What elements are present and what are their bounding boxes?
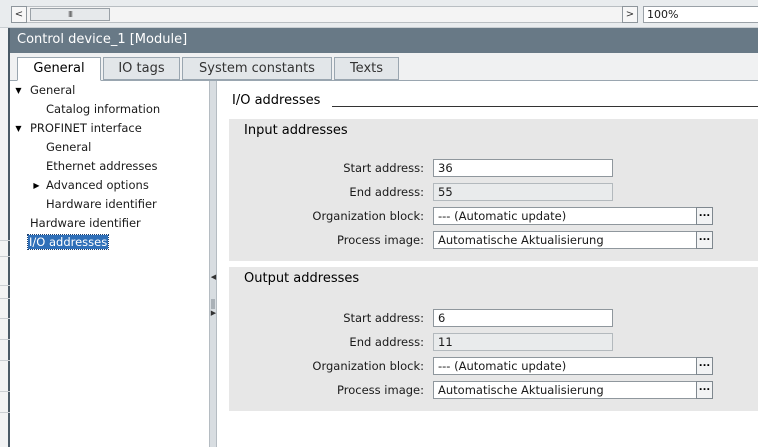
grip-icon: III — [67, 10, 73, 19]
tree-item-advanced-options[interactable]: ▶ Advanced options — [32, 177, 149, 194]
input-process-image-browse-button[interactable]: ... — [696, 231, 713, 249]
output-process-image-field[interactable]: Automatische Aktualisierung — [433, 381, 697, 399]
input-start-address-field[interactable]: 36 — [433, 159, 613, 177]
horizontal-scrollbar[interactable]: < III > — [11, 6, 638, 23]
input-addresses-panel: Input addresses Start address: 36 End ad… — [229, 119, 758, 261]
tree-item-catalog-information[interactable]: Catalog information — [46, 101, 160, 118]
tree-item-profinet-interface[interactable]: ▼ PROFINET interface — [14, 120, 142, 137]
tree-item-io-addresses[interactable]: I/O addresses — [26, 234, 110, 251]
output-start-address-field[interactable]: 6 — [433, 309, 613, 327]
tree-item-ethernet-addresses[interactable]: Ethernet addresses — [46, 158, 157, 175]
tab-io-tags[interactable]: IO tags — [103, 57, 180, 80]
tree-item-label: PROFINET interface — [30, 121, 142, 135]
input-process-image-field[interactable]: Automatische Aktualisierung — [433, 231, 697, 249]
output-end-address-label: End address: — [349, 335, 424, 349]
tree-item-general[interactable]: ▼ General — [14, 82, 75, 99]
navigation-tree: ▼ General Catalog information ▼ PROFINET… — [10, 81, 209, 447]
input-process-image-label: Process image: — [337, 233, 424, 247]
collapse-left-icon[interactable]: ◀ — [210, 273, 217, 282]
tree-item-label: Advanced options — [46, 178, 149, 192]
splitter-grip[interactable] — [211, 299, 215, 309]
output-addresses-title: Output addresses — [244, 271, 360, 286]
tree-item-label: Hardware identifier — [46, 197, 157, 211]
output-organization-block-label: Organization block: — [312, 359, 424, 373]
input-start-address-label: Start address: — [343, 161, 424, 175]
tree-item-profinet-hardware-identifier[interactable]: Hardware identifier — [46, 196, 157, 213]
tree-item-label: General — [30, 83, 76, 97]
zoom-select[interactable]: 100% — [643, 6, 758, 23]
inspector-title: Control device_1 [Module] — [10, 28, 758, 53]
left-panel-edge — [0, 28, 10, 447]
tree-item-label: Ethernet addresses — [46, 159, 158, 173]
output-addresses-panel: Output addresses Start address: 6 End ad… — [229, 267, 758, 411]
input-organization-block-browse-button[interactable]: ... — [696, 207, 713, 225]
chevron-right-icon: > — [625, 9, 635, 20]
scroll-right-button[interactable]: > — [622, 6, 638, 23]
input-organization-block-label: Organization block: — [312, 209, 424, 223]
expand-right-icon[interactable]: ▶ — [210, 309, 217, 318]
output-end-address-field: 11 — [433, 333, 613, 351]
scroll-left-button[interactable]: < — [11, 6, 27, 23]
output-process-image-label: Process image: — [337, 383, 424, 397]
tree-item-label: General — [46, 140, 92, 154]
tab-texts[interactable]: Texts — [334, 57, 399, 80]
expand-down-icon[interactable]: ▼ — [14, 120, 23, 137]
tab-bar: General IO tags System constants Texts — [10, 53, 758, 81]
tree-item-profinet-general[interactable]: General — [46, 139, 91, 156]
output-process-image-browse-button[interactable]: ... — [696, 381, 713, 399]
expand-down-icon[interactable]: ▼ — [14, 82, 23, 99]
input-end-address-label: End address: — [349, 185, 424, 199]
section-title: I/O addresses — [232, 93, 321, 108]
tree-item-label: Catalog information — [46, 102, 161, 116]
tab-general[interactable]: General — [17, 57, 101, 81]
input-organization-block-field[interactable]: --- (Automatic update) — [433, 207, 697, 225]
tab-system-constants[interactable]: System constants — [182, 57, 332, 80]
tree-item-hardware-identifier[interactable]: Hardware identifier — [30, 215, 141, 232]
output-organization-block-field[interactable]: --- (Automatic update) — [433, 357, 697, 375]
pane-splitter[interactable]: ◀ ▶ — [209, 81, 217, 447]
section-divider — [332, 106, 758, 107]
chevron-left-icon: < — [14, 9, 24, 20]
scroll-thumb[interactable]: III — [30, 8, 110, 21]
input-end-address-field: 55 — [433, 183, 613, 201]
tree-item-label: I/O addresses — [26, 234, 110, 250]
tree-item-label: Hardware identifier — [30, 216, 141, 230]
expand-right-icon[interactable]: ▶ — [32, 177, 41, 194]
editor-top-strip: < III > 100% — [0, 0, 758, 28]
properties-content: I/O addresses Input addresses Start addr… — [217, 81, 758, 447]
output-start-address-label: Start address: — [343, 311, 424, 325]
input-addresses-title: Input addresses — [244, 123, 348, 138]
output-organization-block-browse-button[interactable]: ... — [696, 357, 713, 375]
